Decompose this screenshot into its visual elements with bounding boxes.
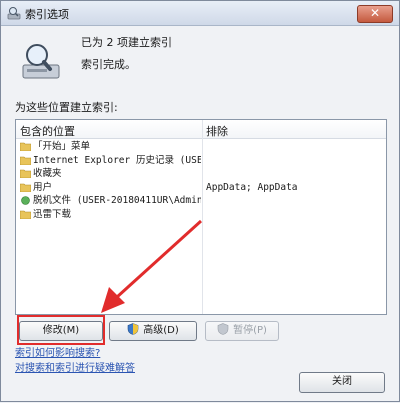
pause-button-label: 暂停(P) [233, 325, 267, 336]
search-index-icon [7, 7, 21, 20]
shield-icon [217, 323, 229, 335]
location-name: 「开始」菜单 [33, 141, 91, 152]
column-header-included[interactable]: 包含的位置 [20, 123, 75, 139]
list-header: 包含的位置 排除 [16, 120, 386, 139]
column-header-excluded[interactable]: 排除 [206, 123, 228, 139]
list-item[interactable]: 迅雷下载 [16, 208, 386, 222]
window-close-button[interactable]: ✕ [357, 5, 393, 23]
how-indexing-affects-search-link[interactable]: 索引如何影响搜索? [15, 344, 100, 359]
list-item[interactable]: 「开始」菜单 [16, 140, 386, 154]
list-item[interactable]: Internet Explorer 历史记录 (USE... [16, 154, 386, 168]
troubleshoot-link[interactable]: 对搜索和索引进行疑难解答 [15, 359, 135, 374]
location-name: 迅雷下载 [33, 208, 72, 220]
location-name: Internet Explorer 历史记录 (USE... [33, 154, 201, 166]
title-bar: 索引选项 ✕ [1, 1, 399, 26]
location-name: 脱机文件 (USER-20180411UR\Admin... [33, 195, 201, 206]
location-name: 收藏夹 [33, 168, 62, 179]
shield-icon [127, 323, 139, 335]
close-button[interactable]: 关闭 [299, 372, 385, 393]
close-button-label: 关闭 [332, 376, 352, 387]
window-title: 索引选项 [25, 8, 69, 21]
pause-button[interactable]: 暂停(P) [205, 321, 279, 341]
indexing-options-window: 索引选项 ✕ 已为 2 项建立索引 索引完成。 为这些位置建立索引: 包含的位置… [0, 0, 400, 402]
indexed-count-text: 已为 2 项建立索引 [81, 36, 172, 49]
list-item[interactable]: 收藏夹 [16, 167, 386, 181]
offline-files-icon [21, 196, 30, 205]
folder-icon [20, 142, 31, 151]
advanced-button[interactable]: 高级(D) [109, 321, 197, 341]
folder-icon [20, 210, 31, 219]
location-rows: 「开始」菜单 Internet Explorer 历史记录 (USE... 收藏… [16, 140, 386, 221]
location-name: 用户 [33, 181, 53, 193]
folder-icon [20, 183, 31, 192]
locations-label: 为这些位置建立索引: [15, 101, 118, 114]
advanced-button-label: 高级(D) [143, 325, 179, 336]
indexing-status-icon [22, 44, 60, 79]
folder-icon [20, 156, 31, 165]
annotation-highlight-box [17, 315, 105, 345]
folder-icon [20, 169, 31, 178]
location-excluded: AppData; AppData [206, 181, 298, 193]
list-item[interactable]: 用户 AppData; AppData [16, 181, 386, 195]
list-item[interactable]: 脱机文件 (USER-20180411UR\Admin... [16, 194, 386, 208]
locations-list[interactable]: 包含的位置 排除 「开始」菜单 Internet Explorer 历史记录 (… [15, 119, 387, 315]
indexing-status-text: 索引完成。 [81, 58, 136, 71]
